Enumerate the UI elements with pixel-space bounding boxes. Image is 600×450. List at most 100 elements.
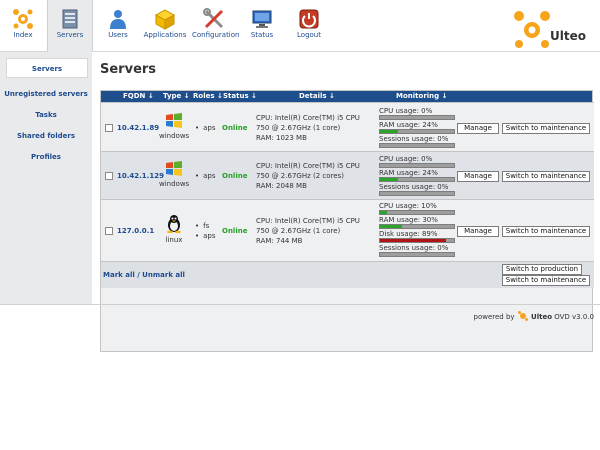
page-title: Servers [100, 62, 157, 77]
ram-usage-label: RAM usage: 30% [379, 216, 438, 224]
row-checkbox[interactable] [105, 124, 113, 132]
nav-configuration-label: Configuration [192, 31, 240, 39]
role-item: fs [195, 221, 216, 231]
sidebar-item-unregistered-servers[interactable]: Unregistered servers [0, 84, 92, 104]
sessions-usage-label: Sessions usage: 0% [379, 183, 449, 191]
column-header-monitoring[interactable]: Monitoring ↓ [396, 92, 447, 100]
nav-applications[interactable]: Applications [142, 0, 188, 52]
server-fqdn-link[interactable]: 10.42.1.129 [117, 172, 164, 180]
disk-usage-bar [379, 238, 455, 243]
sidebar-item-shared-folders[interactable]: Shared folders [0, 126, 92, 146]
nav-logout-label: Logout [297, 31, 321, 39]
cpu-info: CPU: Intel(R) Core(TM) i5 CPU 750 @ 2.67… [256, 114, 360, 132]
sessions-usage-bar [379, 191, 455, 196]
server-fqdn-link[interactable]: 127.0.0.1 [117, 227, 154, 235]
content-divider [0, 304, 600, 305]
servers-icon [62, 9, 78, 29]
table-row: 127.0.0.1 linux fs aps Online [101, 199, 594, 261]
role-item: aps [195, 123, 215, 133]
cpu-usage-bar [379, 210, 455, 215]
switch-to-maintenance-button[interactable]: Switch to maintenance [502, 171, 590, 182]
column-header-type[interactable]: Type ↓ [163, 92, 190, 100]
logout-icon [299, 9, 319, 29]
manage-button[interactable]: Manage [457, 171, 499, 182]
table-footer: Mark all / Unmark all Switch to producti… [101, 261, 594, 288]
mark-all-link[interactable]: Mark all / Unmark all [103, 271, 185, 279]
powered-by: powered by Ulteo OVD v3.0.0 [473, 311, 594, 321]
status-badge: Online [222, 227, 248, 235]
nav-servers[interactable]: Servers [47, 0, 93, 52]
ram-usage-fill [380, 178, 398, 181]
configuration-icon [203, 8, 224, 29]
table-row: 10.42.1.129 windows aps Online CPU: Inte… [101, 151, 594, 199]
ram-usage-fill [380, 130, 398, 133]
sidebar: Servers Unregistered servers Tasks Share… [0, 52, 92, 304]
row-checkbox[interactable] [105, 227, 113, 235]
nav-index[interactable]: Index [2, 0, 44, 52]
powered-by-prefix: powered by [473, 313, 515, 321]
switch-to-maintenance-button[interactable]: Switch to maintenance [502, 226, 590, 237]
disk-usage-fill [380, 239, 446, 242]
status-badge: Online [222, 124, 248, 132]
ulteo-logo: Ulteo [512, 6, 594, 50]
server-details: CPU: Intel(R) Core(TM) i5 CPU 750 @ 2.67… [256, 113, 374, 143]
nav-users[interactable]: Users [98, 0, 138, 52]
os-type-label: linux [165, 236, 183, 244]
ram-info: RAM: 2048 MB [256, 182, 307, 190]
ram-usage-bar [379, 224, 455, 229]
switch-to-maintenance-button[interactable]: Switch to maintenance [502, 123, 590, 134]
cpu-usage-label: CPU usage: 0% [379, 155, 433, 163]
linux-tux-icon [167, 215, 181, 233]
nav-configuration[interactable]: Configuration [192, 0, 240, 52]
applications-icon [154, 9, 176, 30]
os-type-label: windows [159, 132, 190, 140]
column-header-status[interactable]: Status ↓ [223, 92, 257, 100]
cpu-usage-label: CPU usage: 10% [379, 202, 437, 210]
nav-logout[interactable]: Logout [289, 0, 329, 52]
ram-usage-bar [379, 129, 455, 134]
roles-list: aps [195, 171, 215, 181]
index-icon [13, 9, 33, 29]
sidebar-item-servers[interactable]: Servers [6, 58, 88, 78]
column-header-details[interactable]: Details ↓ [299, 92, 335, 100]
windows-icon [166, 113, 182, 128]
column-header-roles[interactable]: Roles ↓ [193, 92, 223, 100]
users-icon [110, 10, 126, 29]
app-root: Index Servers Users Applications Configu… [0, 0, 600, 450]
column-header-fqdn[interactable]: FQDN ↓ [123, 92, 154, 100]
nav-users-label: Users [108, 31, 128, 39]
ram-info: RAM: 1023 MB [256, 134, 307, 142]
server-details: CPU: Intel(R) Core(TM) i5 CPU 750 @ 2.67… [256, 161, 374, 191]
manage-button[interactable]: Manage [457, 226, 499, 237]
monitoring-panel: CPU usage: 0% RAM usage: 24% Sessions us… [379, 107, 455, 149]
table-row: 10.42.1.89 windows aps Online CPU: Intel… [101, 102, 594, 151]
sidebar-item-profiles[interactable]: Profiles [0, 147, 92, 167]
powered-by-brand[interactable]: Ulteo [531, 313, 552, 321]
ram-info: RAM: 744 MB [256, 237, 303, 245]
nav-servers-label: Servers [56, 31, 84, 39]
row-checkbox[interactable] [105, 172, 113, 180]
cpu-usage-bar [379, 115, 455, 120]
cpu-usage-bar [379, 163, 455, 168]
ram-usage-bar [379, 177, 455, 182]
server-fqdn-link[interactable]: 10.42.1.89 [117, 124, 159, 132]
table-header: FQDN ↓ Type ↓ Roles ↓ Status ↓ Details ↓… [101, 91, 592, 102]
disk-usage-label: Disk usage: 89% [379, 230, 438, 238]
roles-list: fs aps [195, 221, 216, 241]
roles-list: aps [195, 123, 215, 133]
cpu-info: CPU: Intel(R) Core(TM) i5 CPU 750 @ 2.67… [256, 162, 360, 180]
top-navigation: Index Servers Users Applications Configu… [0, 0, 600, 52]
main-content: Servers FQDN ↓ Type ↓ Roles ↓ Status ↓ D… [100, 62, 595, 352]
ulteo-logo-icon [514, 11, 550, 48]
nav-status[interactable]: Status [243, 0, 281, 52]
ram-usage-label: RAM usage: 24% [379, 121, 438, 129]
bulk-switch-to-maintenance-button[interactable]: Switch to maintenance [502, 275, 590, 286]
nav-index-label: Index [13, 31, 33, 39]
sidebar-item-tasks[interactable]: Tasks [0, 105, 92, 125]
ram-usage-label: RAM usage: 24% [379, 169, 438, 177]
manage-button[interactable]: Manage [457, 123, 499, 134]
powered-by-version: OVD v3.0.0 [554, 313, 594, 321]
sessions-usage-bar [379, 252, 455, 257]
sessions-usage-label: Sessions usage: 0% [379, 244, 449, 252]
switch-to-production-button[interactable]: Switch to production [502, 264, 582, 275]
